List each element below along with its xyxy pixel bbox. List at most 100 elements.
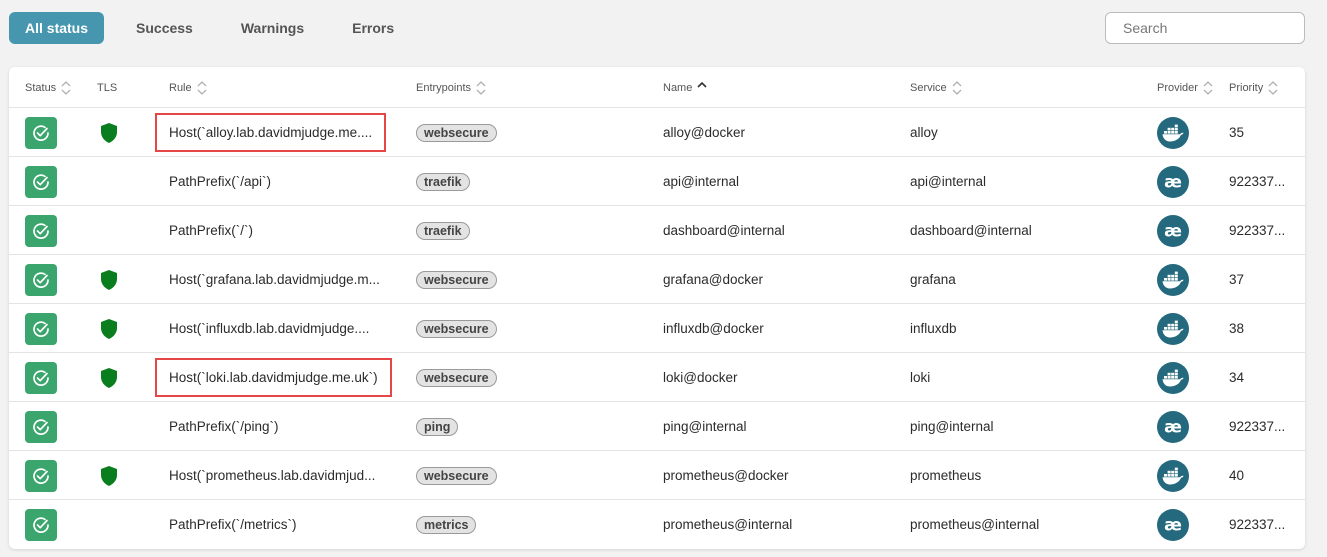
status-success-badge xyxy=(25,361,57,394)
check-circle-icon xyxy=(33,467,49,484)
service-cell: prometheus@internal xyxy=(910,500,1039,549)
column-header-name[interactable]: Name xyxy=(663,67,707,108)
status-success-badge xyxy=(25,165,57,198)
name-cell: grafana@docker xyxy=(663,255,763,304)
filter-success[interactable]: Success xyxy=(120,12,209,44)
priority-value: 34 xyxy=(1229,370,1245,385)
provider-cell: æ xyxy=(1157,500,1189,549)
rule-text: Host(`loki.lab.davidmjudge.me.uk`) xyxy=(169,370,378,385)
status-success-badge xyxy=(25,459,57,492)
column-label: Provider xyxy=(1157,81,1198,94)
table-row[interactable]: Host(`loki.lab.davidmjudge.me.uk`) webse… xyxy=(9,353,1305,402)
entrypoint-chip: ping xyxy=(416,417,459,436)
filter-errors[interactable]: Errors xyxy=(336,12,410,44)
priority-value: 922337... xyxy=(1229,419,1286,434)
status-cell xyxy=(25,500,57,549)
traefik-ae-icon: æ xyxy=(1164,172,1182,192)
service-name: prometheus xyxy=(910,468,982,483)
tls-cell xyxy=(99,353,119,402)
entrypoints-cell: websecure xyxy=(416,304,497,353)
check-circle-icon xyxy=(33,222,49,239)
check-circle-icon xyxy=(33,173,49,190)
column-label: Service xyxy=(910,81,947,94)
priority-cell: 34 xyxy=(1229,353,1244,402)
service-cell: loki xyxy=(910,353,930,402)
column-header-provider[interactable]: Provider xyxy=(1157,67,1213,108)
docker-icon xyxy=(1162,271,1184,288)
provider-cell xyxy=(1157,353,1189,402)
table-row[interactable]: Host(`grafana.lab.davidmjudge.m... webse… xyxy=(9,255,1305,304)
router-name: prometheus@docker xyxy=(663,468,789,483)
service-cell: api@internal xyxy=(910,157,986,206)
tls-cell xyxy=(99,255,119,304)
router-name: prometheus@internal xyxy=(663,517,793,532)
rule-cell: Host(`grafana.lab.davidmjudge.m... xyxy=(169,255,380,304)
name-cell: ping@internal xyxy=(663,402,747,451)
rule-text: Host(`alloy.lab.davidmjudge.me.... xyxy=(169,125,373,140)
priority-value: 40 xyxy=(1229,468,1245,483)
rule-text: PathPrefix(`/metrics`) xyxy=(169,517,297,532)
table-row[interactable]: Host(`influxdb.lab.davidmjudge.... webse… xyxy=(9,304,1305,353)
priority-value: 37 xyxy=(1229,272,1245,287)
entrypoint-chip: traefik xyxy=(416,172,470,191)
shield-icon xyxy=(101,465,117,486)
table-row[interactable]: PathPrefix(`/api`) traefik api@internal … xyxy=(9,157,1305,206)
provider-cell xyxy=(1157,451,1189,500)
status-cell xyxy=(25,157,57,206)
service-name: alloy xyxy=(910,125,938,140)
tls-cell xyxy=(99,451,119,500)
traefik-ae-icon: æ xyxy=(1164,515,1182,535)
column-header-priority[interactable]: Priority xyxy=(1229,67,1278,108)
routers-table: Status TLS Rule Entrypoints Name Service… xyxy=(9,67,1305,549)
table-row[interactable]: Host(`prometheus.lab.davidmjud... websec… xyxy=(9,451,1305,500)
entrypoint-chip: websecure xyxy=(416,270,497,289)
provider-docker-badge xyxy=(1157,361,1189,394)
table-row[interactable]: PathPrefix(`/ping`) ping ping@internal p… xyxy=(9,402,1305,451)
check-circle-icon xyxy=(33,320,49,337)
filter-warnings[interactable]: Warnings xyxy=(225,12,320,44)
search-input[interactable] xyxy=(1121,19,1306,37)
table-row[interactable]: PathPrefix(`/`) traefik dashboard@intern… xyxy=(9,206,1305,255)
shield-icon xyxy=(101,367,117,388)
priority-value: 922337... xyxy=(1229,174,1286,189)
column-header-service[interactable]: Service xyxy=(910,67,962,108)
priority-cell: 40 xyxy=(1229,451,1244,500)
status-cell xyxy=(25,304,57,353)
column-label: Priority xyxy=(1229,81,1264,94)
status-success-badge xyxy=(25,116,57,149)
column-header-rule[interactable]: Rule xyxy=(169,67,207,108)
table-row[interactable]: Host(`alloy.lab.davidmjudge.me.... webse… xyxy=(9,108,1305,157)
column-header-tls: TLS xyxy=(97,67,117,108)
entrypoint-chip: websecure xyxy=(416,319,497,338)
filter-all-status[interactable]: All status xyxy=(9,12,105,44)
provider-internal-badge: æ xyxy=(1157,165,1189,198)
entrypoints-cell: websecure xyxy=(416,108,497,157)
tls-cell xyxy=(99,108,119,157)
service-name: loki xyxy=(910,370,931,385)
rule-text: PathPrefix(`/`) xyxy=(169,223,254,238)
priority-cell: 922337... xyxy=(1229,157,1285,206)
shield-icon xyxy=(101,122,117,143)
name-cell: influxdb@docker xyxy=(663,304,764,353)
provider-cell xyxy=(1157,255,1189,304)
provider-internal-badge: æ xyxy=(1157,410,1189,443)
provider-docker-badge xyxy=(1157,116,1189,149)
check-circle-icon xyxy=(33,516,49,533)
svg-text:æ: æ xyxy=(1164,221,1182,241)
column-header-entrypoints[interactable]: Entrypoints xyxy=(416,67,486,108)
column-label: TLS xyxy=(97,81,118,94)
docker-icon xyxy=(1162,124,1184,141)
status-cell xyxy=(25,402,57,451)
status-success-badge xyxy=(25,312,57,345)
entrypoint-chip: websecure xyxy=(416,466,497,485)
table-row[interactable]: PathPrefix(`/metrics`) metrics prometheu… xyxy=(9,500,1305,549)
column-header-status[interactable]: Status xyxy=(25,67,71,108)
priority-cell: 37 xyxy=(1229,255,1244,304)
router-name: alloy@docker xyxy=(663,125,745,140)
shield-icon xyxy=(101,269,117,290)
entrypoints-cell: websecure xyxy=(416,353,497,402)
docker-icon xyxy=(1162,320,1184,337)
priority-cell: 35 xyxy=(1229,108,1244,157)
router-name: influxdb@docker xyxy=(663,321,764,336)
column-label: Rule xyxy=(169,81,192,94)
